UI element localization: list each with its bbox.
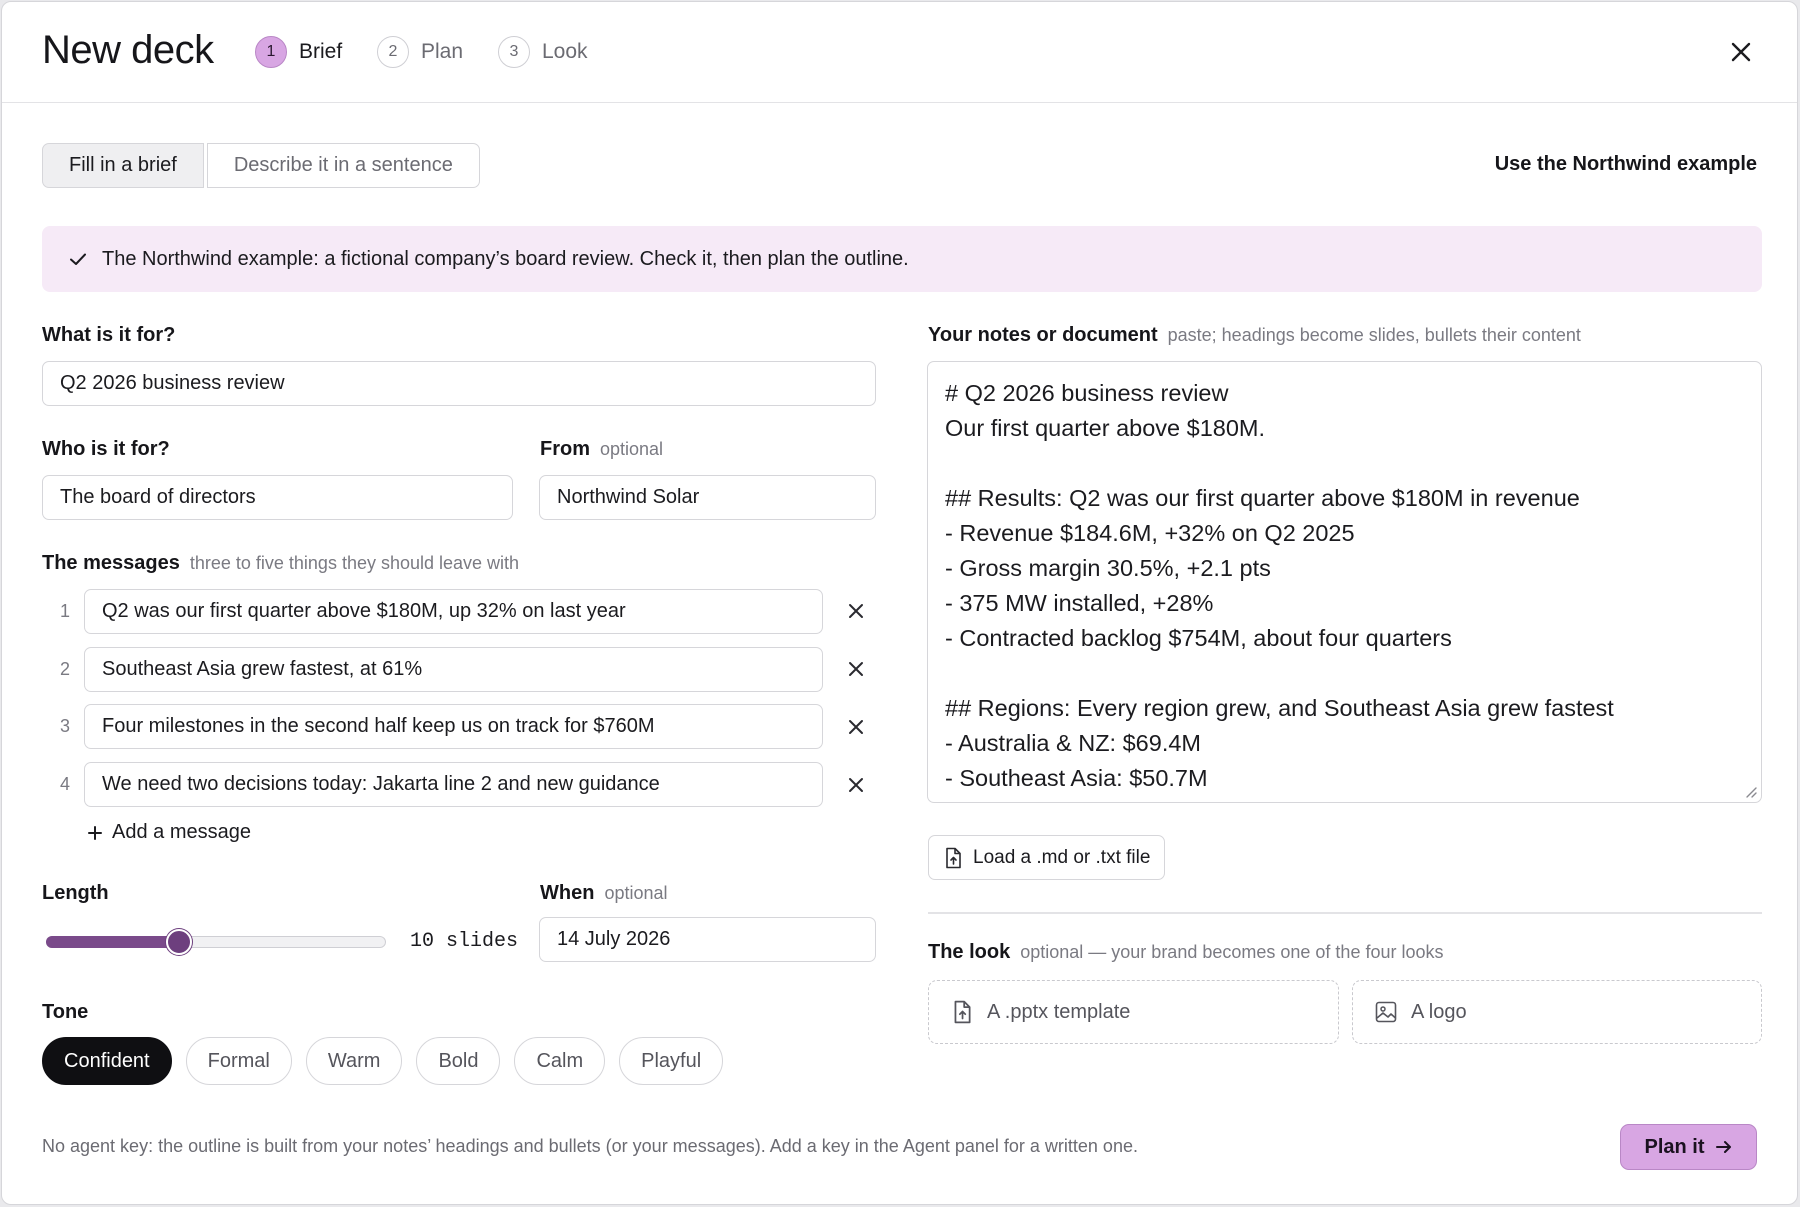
audience-input[interactable]: The board of directors (42, 475, 513, 520)
tone-chip-formal[interactable]: Formal (185, 1037, 292, 1085)
message-input[interactable]: We need two decisions today: Jakarta lin… (84, 762, 823, 807)
notes-line: - Southeast Asia: $50.7M (945, 765, 1208, 791)
new-deck-dialog: New deck 1 Brief 2 Plan 3 Look Fill in a… (1, 1, 1798, 1205)
message-number: 2 (59, 659, 70, 679)
from-input[interactable]: Northwind Solar (539, 475, 876, 520)
step-label: Plan (421, 40, 464, 63)
tone-chip-playful[interactable]: Playful (619, 1037, 724, 1085)
notes-line: # Q2 2026 business review (945, 380, 1229, 406)
messages-label-text: The messages (42, 552, 180, 574)
notes-line: - Gross margin 30.5%, +2.1 pts (945, 555, 1271, 581)
dialog-header: New deck 1 Brief 2 Plan 3 Look (2, 2, 1797, 103)
when-hint: optional (604, 883, 668, 903)
notes-label: Your notes or document paste; headings be… (928, 324, 1581, 347)
remove-message-icon[interactable] (845, 774, 867, 796)
tab-describe-sentence[interactable]: Describe it in a sentence (206, 143, 480, 188)
notes-textarea[interactable]: # Q2 2026 business review Our first quar… (927, 361, 1762, 803)
from-label-text: From (540, 438, 590, 460)
audience-label: Who is it for? (42, 438, 170, 460)
step-number: 2 (377, 36, 409, 68)
message-number: 3 (59, 716, 70, 736)
tone-chip-bold[interactable]: Bold (416, 1037, 501, 1085)
tone-options: Confident Formal Warm Bold Calm Playful (42, 1037, 724, 1085)
step-look[interactable]: 3 Look (498, 36, 588, 68)
message-number: 1 (59, 601, 70, 621)
tab-fill-brief[interactable]: Fill in a brief (42, 143, 204, 188)
notes-hint: paste; headings become slides, bullets t… (1167, 325, 1581, 345)
message-input[interactable]: Southeast Asia grew fastest, at 61% (84, 647, 823, 692)
step-number: 1 (255, 36, 287, 68)
message-number: 4 (59, 774, 70, 794)
arrow-right-icon (1715, 1141, 1731, 1153)
tone-label: Tone (42, 1001, 89, 1023)
step-label: Look (542, 40, 588, 63)
purpose-label: What is it for? (42, 324, 176, 346)
look-hint: optional — your brand becomes one of the… (1020, 942, 1444, 962)
load-file-label: Load a .md or .txt file (973, 846, 1151, 868)
footer-note: No agent key: the outline is built from … (42, 1136, 1138, 1156)
message-input[interactable]: Q2 was our first quarter above $180M, up… (84, 589, 823, 634)
look-label: The look optional — your brand becomes on… (928, 941, 1444, 964)
notes-line: - 375 MW installed, +28% (945, 590, 1214, 616)
tone-chip-confident[interactable]: Confident (42, 1037, 172, 1085)
remove-message-icon[interactable] (845, 600, 867, 622)
tone-chip-warm[interactable]: Warm (305, 1037, 403, 1085)
messages-hint: three to five things they should leave w… (189, 553, 520, 573)
load-file-button[interactable]: Load a .md or .txt file (928, 835, 1166, 880)
pptx-template-dropzone[interactable]: A .pptx template (928, 980, 1339, 1044)
add-message-label: Add a message (112, 821, 251, 843)
notes-label-text: Your notes or document (928, 324, 1158, 346)
step-number: 3 (498, 36, 530, 68)
tone-chip-calm[interactable]: Calm (514, 1037, 606, 1085)
banner-text: The Northwind example: a fictional compa… (102, 247, 909, 270)
mode-tabs: Fill in a brief Describe it in a sentenc… (42, 143, 480, 188)
notes-line: - Australia & NZ: $69.4M (945, 730, 1201, 756)
notes-line: ## Regions: Every region grew, and South… (945, 695, 1614, 721)
logo-label: A logo (1411, 1000, 1467, 1023)
messages-label: The messages three to five things they sh… (42, 552, 519, 575)
slides-count: 10 slides (410, 930, 519, 953)
remove-message-icon[interactable] (845, 658, 867, 680)
resize-handle-icon[interactable] (1743, 784, 1757, 798)
section-divider (928, 912, 1762, 914)
purpose-input[interactable]: Q2 2026 business review (42, 361, 876, 406)
use-example-link[interactable]: Use the Northwind example (1495, 153, 1757, 176)
remove-message-icon[interactable] (845, 716, 867, 738)
from-label: From optional (540, 438, 663, 461)
length-slider[interactable] (46, 929, 386, 955)
notes-line (945, 656, 1744, 691)
plan-it-button[interactable]: Plan it (1620, 1124, 1757, 1170)
step-plan[interactable]: 2 Plan (377, 36, 463, 68)
when-label-text: When (540, 882, 595, 904)
notes-line: - Revenue $184.6M, +32% on Q2 2025 (945, 520, 1355, 546)
pptx-template-label: A .pptx template (987, 1000, 1131, 1023)
plan-it-label: Plan it (1644, 1135, 1705, 1158)
notes-line (945, 446, 1744, 481)
image-icon (1375, 1001, 1397, 1023)
slider-thumb[interactable] (165, 929, 192, 955)
look-label-text: The look (928, 941, 1011, 963)
step-label: Brief (299, 40, 343, 63)
add-message-button[interactable]: Add a message (86, 821, 251, 844)
check-icon (70, 253, 86, 265)
logo-dropzone[interactable]: A logo (1352, 980, 1762, 1044)
close-icon[interactable] (1727, 38, 1755, 66)
dialog-title: New deck (42, 28, 214, 72)
when-input[interactable]: 14 July 2026 (539, 917, 876, 962)
notes-line: - Contracted backlog $754M, about four q… (945, 625, 1452, 651)
file-upload-icon (946, 847, 961, 868)
file-upload-icon (954, 1000, 971, 1024)
step-brief[interactable]: 1 Brief (255, 36, 342, 68)
when-label: When optional (540, 882, 668, 905)
example-banner: The Northwind example: a fictional compa… (42, 226, 1762, 292)
from-hint: optional (600, 439, 664, 459)
slider-fill (46, 936, 179, 948)
notes-line: ## Results: Q2 was our first quarter abo… (945, 485, 1580, 511)
length-label: Length (42, 882, 109, 904)
plus-icon (88, 825, 102, 840)
message-input[interactable]: Four milestones in the second half keep … (84, 704, 823, 749)
notes-line: Our first quarter above $180M. (945, 415, 1266, 441)
